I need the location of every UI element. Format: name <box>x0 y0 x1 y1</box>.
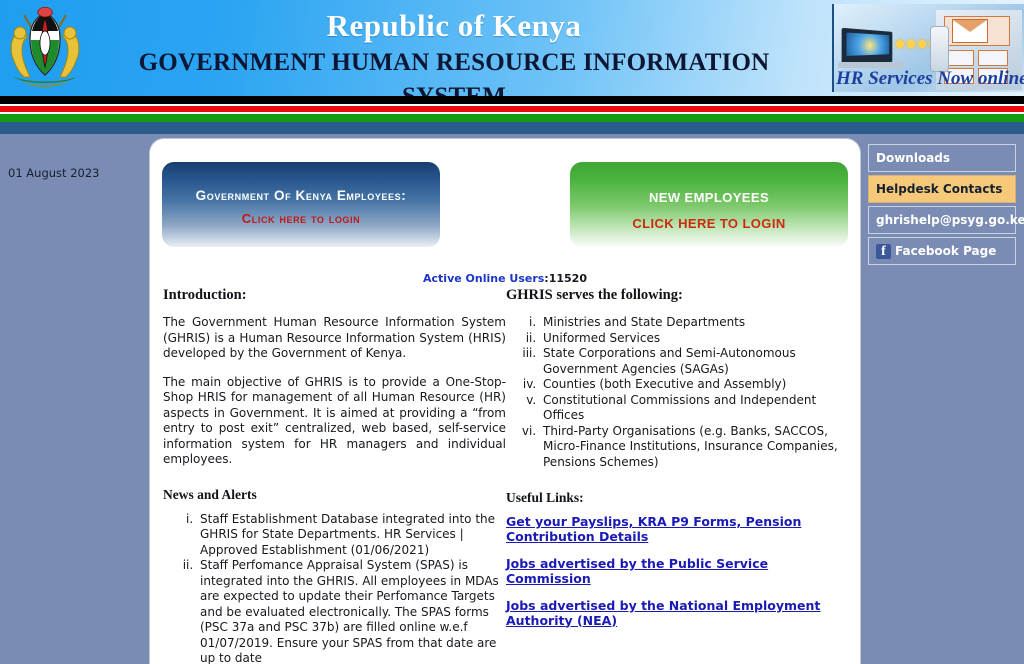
active-users-label: Active Online Users <box>423 272 545 285</box>
main-content-panel: Government Of Kenya Employees: Click her… <box>150 139 860 664</box>
date-stamp: 01 August 2023 <box>8 166 100 180</box>
gok-login-title: Government Of Kenya Employees: <box>195 188 407 203</box>
right-sidebar: Downloads Helpdesk Contacts ghrishelp@ps… <box>868 144 1024 268</box>
list-item: Ministries and State Departments <box>540 315 856 331</box>
active-users-count: 11520 <box>548 272 587 285</box>
serves-list: Ministries and State Departments Uniform… <box>506 315 856 470</box>
sidebar-item-helpdesk-email[interactable]: ghrishelp@psyg.go.ke <box>868 206 1024 234</box>
navigation-bar <box>0 122 1024 134</box>
mobile-phone-icon <box>930 26 949 72</box>
kenya-flag-stripes <box>0 96 1024 122</box>
new-login-title: NEW EMPLOYEES <box>648 190 770 205</box>
list-item: Staff Establishment Database integrated … <box>197 512 506 559</box>
header-line-republic: Republic of Kenya <box>326 8 582 43</box>
sidebar-item-label: ghrishelp@psyg.go.ke <box>876 213 1024 227</box>
introduction-heading: Introduction: <box>163 287 247 303</box>
introduction-paragraph-2: The main objective of GHRIS is to provid… <box>163 374 506 467</box>
link-nea-jobs[interactable]: Jobs advertised by the National Employme… <box>506 598 856 628</box>
right-column: GHRIS serves the following: Ministries a… <box>506 287 856 641</box>
serves-heading: GHRIS serves the following: <box>506 287 683 303</box>
header-line-system-name: GOVERNMENT HUMAN RESOURCE INFORMATION SY… <box>138 49 770 96</box>
list-item: Counties (both Executive and Assembly) <box>540 377 856 393</box>
sidebar-item-label: Helpdesk Contacts <box>876 182 1003 196</box>
list-item: Uniformed Services <box>540 331 856 347</box>
link-payslips-kra-p9[interactable]: Get your Payslips, KRA P9 Forms, Pension… <box>506 514 856 544</box>
list-item: Constitutional Commissions and Independe… <box>540 393 856 424</box>
site-header-banner: Republic of Kenya GOVERNMENT HUMAN RESOU… <box>0 0 1024 96</box>
kenya-coat-of-arms-icon <box>10 6 80 87</box>
new-employees-login-button[interactable]: NEW EMPLOYEES CLICK HERE TO LOGIN <box>570 162 848 247</box>
sidebar-item-helpdesk-contacts[interactable]: Helpdesk Contacts <box>868 175 1016 203</box>
laptop-icon <box>841 27 893 67</box>
header-title-block: Republic of Kenya GOVERNMENT HUMAN RESOU… <box>96 4 812 96</box>
useful-links-list: Get your Payslips, KRA P9 Forms, Pension… <box>506 514 856 628</box>
news-heading: News and Alerts <box>163 486 257 502</box>
list-item: State Corporations and Semi-Autonomous G… <box>540 346 856 377</box>
list-item: Third-Party Organisations (e.g. Banks, S… <box>540 424 856 471</box>
new-login-action: CLICK HERE TO LOGIN <box>632 216 786 231</box>
sidebar-item-label: Facebook Page <box>895 244 997 258</box>
news-list: Staff Establishment Database integrated … <box>163 512 506 664</box>
gok-login-action: Click here to login <box>241 211 361 226</box>
active-online-users: Active Online Users:11520 <box>150 272 860 285</box>
page-root: Republic of Kenya GOVERNMENT HUMAN RESOU… <box>0 0 1024 664</box>
link-psc-jobs[interactable]: Jobs advertised by the Public Service Co… <box>506 556 856 586</box>
list-item: Staff Perfomance Appraisal System (SPAS)… <box>197 558 506 664</box>
page-body: 01 August 2023 Government Of Kenya Emplo… <box>0 134 1024 664</box>
sidebar-item-label: Downloads <box>876 151 951 165</box>
useful-links-heading: Useful Links: <box>506 490 584 505</box>
sidebar-item-facebook-page[interactable]: f Facebook Page <box>868 237 1016 265</box>
envelope-icon <box>952 19 988 43</box>
stripe-black <box>0 96 1024 104</box>
facebook-icon: f <box>876 243 891 259</box>
introduction-paragraph-1: The Government Human Resource Informatio… <box>163 315 506 360</box>
stripe-green <box>0 114 1024 122</box>
sidebar-item-downloads[interactable]: Downloads <box>868 144 1016 172</box>
gok-employees-login-button[interactable]: Government Of Kenya Employees: Click her… <box>162 162 440 247</box>
left-column: Introduction: The Government Human Resou… <box>163 287 506 664</box>
promo-caption: HR Services Now online <box>836 68 1024 89</box>
hr-services-promo-image: HR Services Now online <box>832 4 1024 92</box>
